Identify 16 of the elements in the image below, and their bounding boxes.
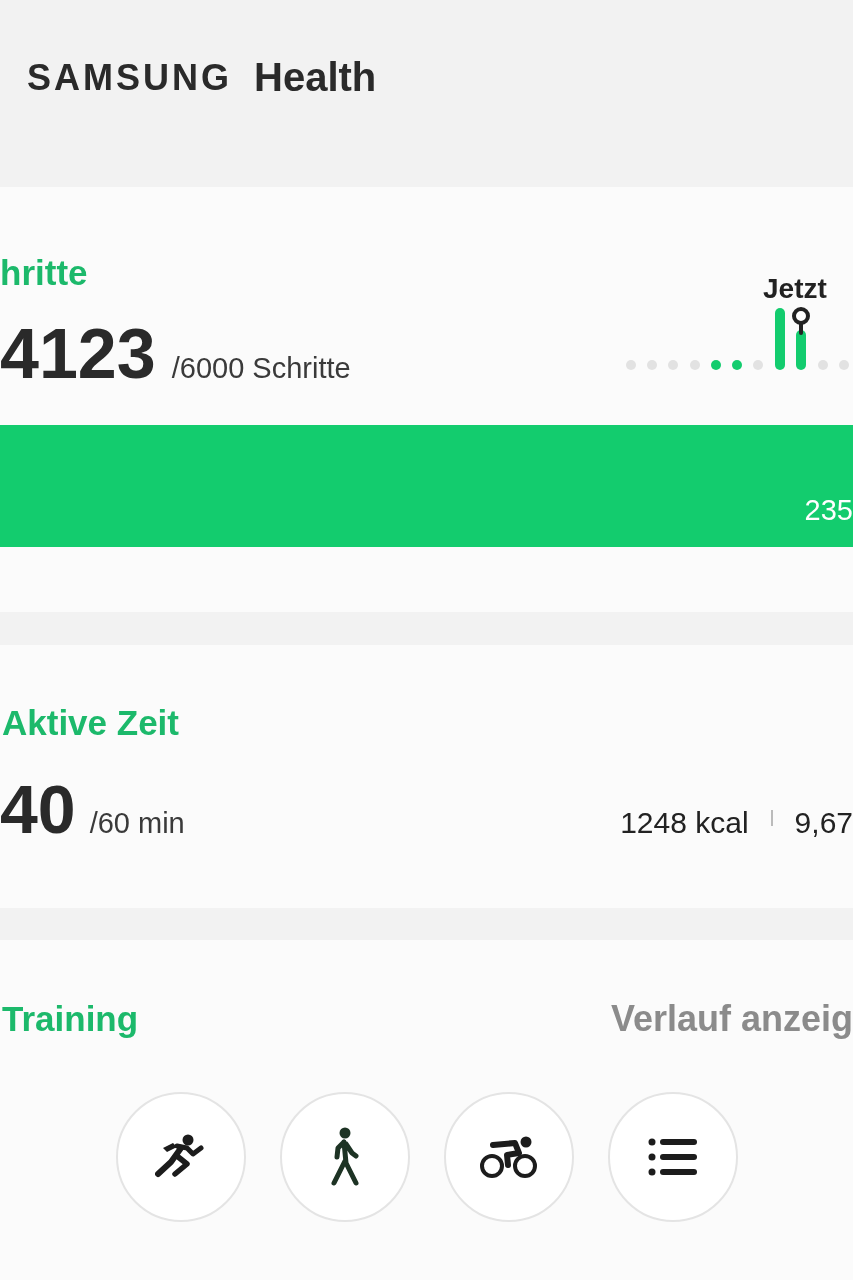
running-icon [154,1134,207,1180]
step-count: 4123 [0,319,156,389]
section-title: Training [1,999,139,1039]
brand-logo-text: SAMSUNG [27,56,232,99]
app-title: Health [254,55,377,100]
step-goal: /6000 Schritte [171,352,351,385]
active-minutes: 40 [0,775,76,843]
history-link[interactable]: Verlauf anzeig [610,998,853,1040]
section-title: Aktive Zeit [1,703,180,743]
distance-value: 9,67 [794,806,853,840]
calories-value: 1248 kcal [620,806,749,840]
cycling-icon [478,1135,539,1179]
now-label: Jetzt [763,273,827,305]
section-title: hritte [0,253,89,293]
menu-icon [647,1138,698,1176]
minutes-goal: /60 min [89,807,186,840]
